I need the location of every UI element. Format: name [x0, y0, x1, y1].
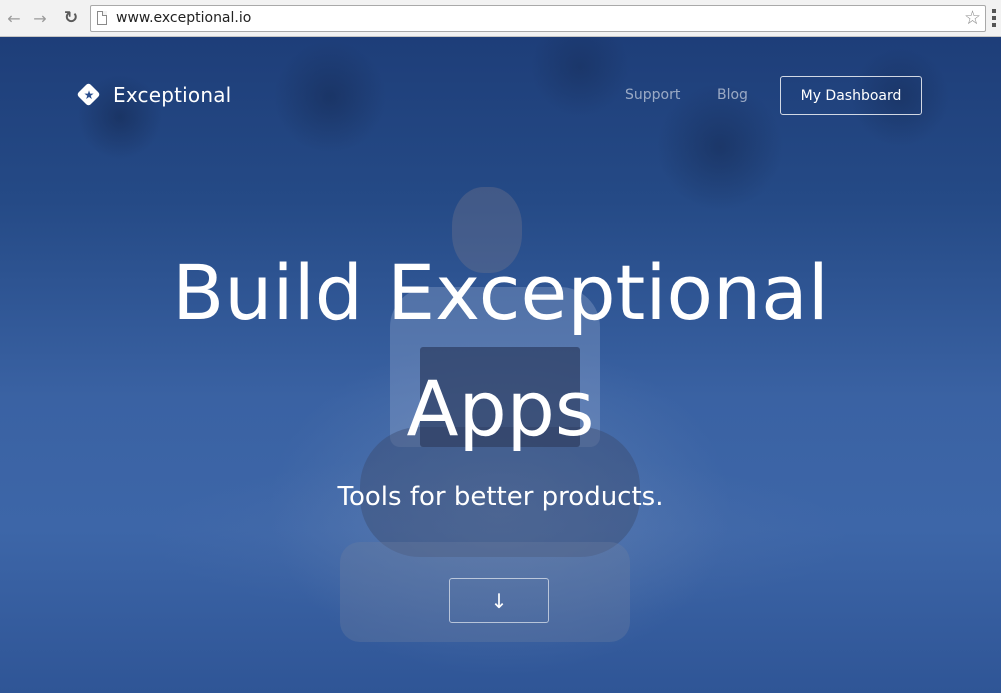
logo-text: Exceptional: [113, 83, 232, 107]
reload-icon[interactable]: ↻: [61, 8, 81, 28]
site-logo[interactable]: ★ Exceptional: [76, 82, 232, 107]
star-icon[interactable]: ☆: [964, 7, 981, 29]
forward-arrow-icon[interactable]: →: [30, 8, 50, 28]
scroll-down-button[interactable]: ↓: [449, 578, 549, 623]
hero-title-line1: Build Exceptional: [172, 248, 829, 337]
hero-section: ★ Exceptional Support Blog My Dashboard …: [0, 37, 1001, 693]
my-dashboard-button[interactable]: My Dashboard: [780, 76, 922, 115]
hero-title: Build Exceptional Apps: [0, 235, 1001, 467]
back-arrow-icon[interactable]: ←: [4, 8, 24, 28]
hero-subtitle: Tools for better products.: [337, 482, 664, 512]
address-bar[interactable]: www.exceptional.io ☆: [90, 5, 986, 32]
hero-title-line2: Apps: [406, 364, 595, 453]
menu-icon[interactable]: [992, 9, 997, 27]
url-text[interactable]: www.exceptional.io: [116, 10, 251, 26]
arrow-down-icon: ↓: [490, 588, 508, 613]
page-icon: [97, 11, 107, 25]
diamond-star-icon: ★: [76, 82, 101, 107]
nav-link-blog[interactable]: Blog: [717, 87, 748, 103]
browser-toolbar: ← → ↻ www.exceptional.io ☆: [0, 0, 1001, 37]
nav-link-support[interactable]: Support: [625, 87, 680, 103]
